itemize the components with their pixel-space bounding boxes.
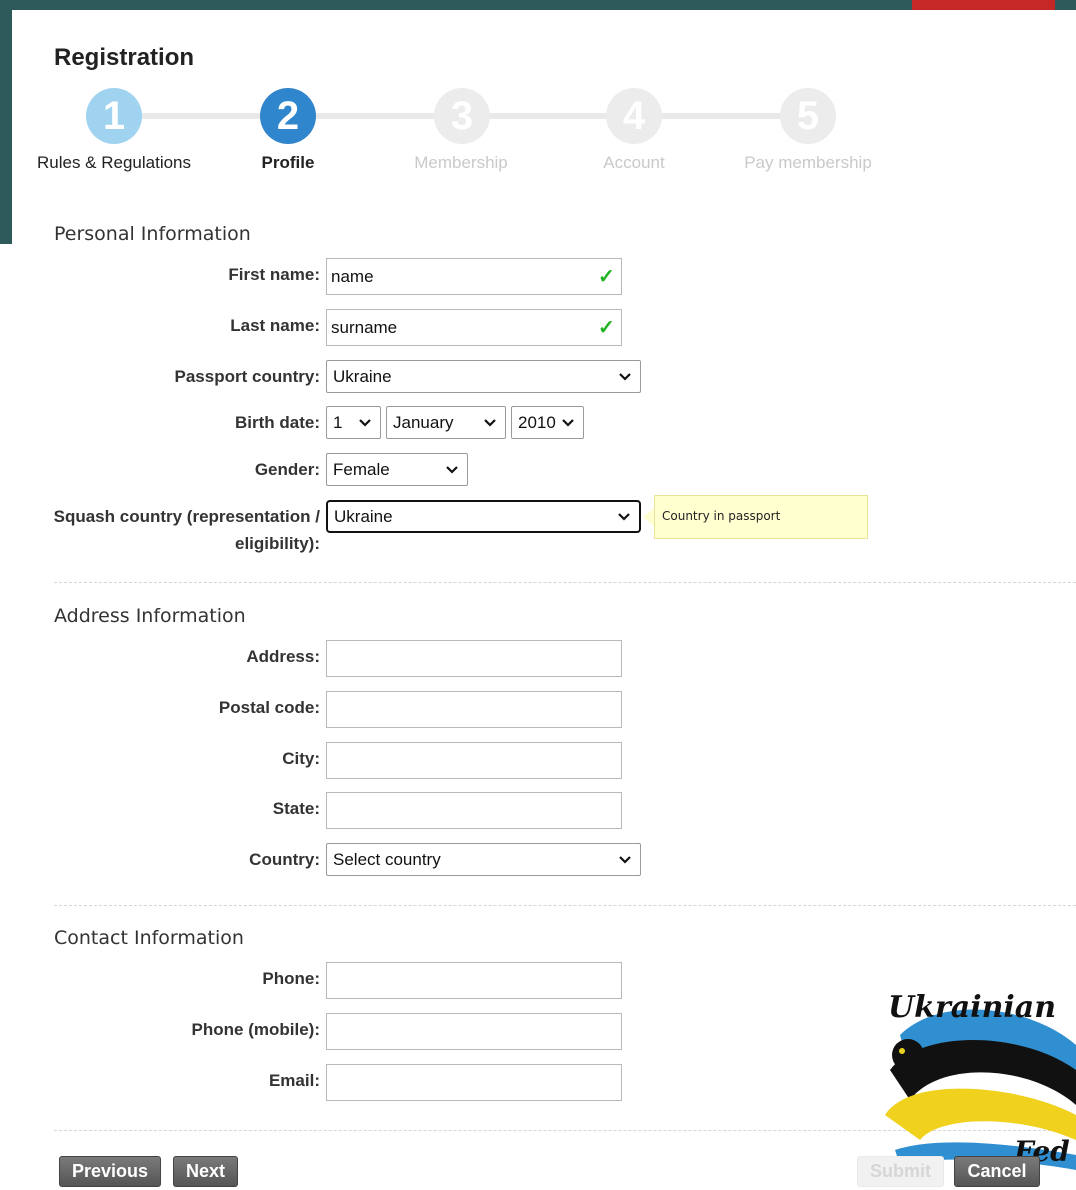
next-button[interactable]: Next: [173, 1156, 238, 1187]
squash-country-label: Squash country (representation / eligibi…: [53, 507, 320, 553]
email-input[interactable]: [326, 1064, 622, 1101]
squash-country-tooltip: Country in passport: [654, 495, 868, 539]
chevron-down-icon: [619, 372, 631, 381]
phone-mobile-input[interactable]: [326, 1013, 622, 1050]
section-divider: [54, 582, 1076, 583]
section-divider: [54, 905, 1076, 906]
passport-country-label: Passport country:: [174, 367, 320, 386]
gender-label: Gender:: [254, 460, 320, 479]
birth-year-value: 2010: [518, 412, 556, 432]
step-1-label[interactable]: Rules & Regulations: [24, 153, 204, 173]
passport-country-select[interactable]: Ukraine: [326, 360, 641, 393]
step-3-label: Membership: [414, 153, 508, 172]
postal-code-label: Postal code:: [218, 698, 320, 717]
last-name-input[interactable]: [326, 309, 622, 346]
state-label: State:: [272, 799, 320, 818]
phone-mobile-label: Phone (mobile):: [191, 1020, 320, 1039]
left-strip: [0, 0, 12, 244]
city-input[interactable]: [326, 742, 622, 779]
header-accent: [912, 0, 1055, 10]
chevron-down-icon: [359, 418, 371, 427]
email-label: Email:: [268, 1071, 320, 1090]
state-input[interactable]: [326, 792, 622, 829]
birth-year-select[interactable]: 2010: [511, 406, 584, 439]
birth-day-value: 1: [333, 412, 343, 432]
chevron-down-icon: [562, 418, 574, 427]
passport-country-value: Ukraine: [333, 366, 392, 386]
step-2-label: Profile: [261, 153, 315, 172]
step-1-circle[interactable]: 1: [86, 88, 142, 144]
chevron-down-icon: [618, 512, 630, 521]
birth-month-value: January: [393, 412, 454, 432]
contact-section-title: Contact Information: [54, 927, 244, 949]
previous-button[interactable]: Previous: [59, 1156, 161, 1187]
phone-input[interactable]: [326, 962, 622, 999]
tooltip-arrow: [643, 508, 654, 526]
address-section-title: Address Information: [54, 605, 246, 627]
chevron-down-icon: [619, 855, 631, 864]
submit-button[interactable]: Submit: [857, 1156, 944, 1187]
chevron-down-icon: [446, 465, 458, 474]
cancel-button[interactable]: Cancel: [954, 1156, 1040, 1187]
birth-month-select[interactable]: January: [386, 406, 506, 439]
first-name-input[interactable]: [326, 258, 622, 295]
city-label: City:: [282, 749, 320, 768]
step-5-circle: 5: [780, 88, 836, 144]
country-value: Select country: [333, 849, 441, 869]
squash-country-value: Ukraine: [334, 506, 393, 526]
valid-check-icon: ✓: [598, 317, 615, 339]
first-name-label: First name:: [228, 265, 320, 284]
step-4-label: Account: [603, 153, 665, 172]
page-title: Registration: [54, 44, 195, 71]
logo-text: Ukrainian: [888, 990, 1056, 1025]
address-input[interactable]: [326, 640, 622, 677]
last-name-label: Last name:: [230, 316, 320, 335]
step-2-circle: 2: [260, 88, 316, 144]
birth-date-label: Birth date:: [235, 413, 320, 432]
personal-section-title: Personal Information: [54, 223, 251, 245]
squash-country-select[interactable]: Ukraine: [326, 500, 641, 533]
step-3-circle: 3: [434, 88, 490, 144]
chevron-down-icon: [484, 418, 496, 427]
country-select[interactable]: Select country: [326, 843, 641, 876]
valid-check-icon: ✓: [598, 266, 615, 288]
step-5-label: Pay membership: [744, 153, 872, 172]
address-label: Address:: [246, 647, 320, 666]
birth-day-select[interactable]: 1: [326, 406, 381, 439]
phone-label: Phone:: [262, 969, 320, 988]
gender-select[interactable]: Female: [326, 453, 468, 486]
country-label: Country:: [249, 850, 320, 869]
gender-value: Female: [333, 459, 390, 479]
postal-code-input[interactable]: [326, 691, 622, 728]
step-4-circle: 4: [606, 88, 662, 144]
